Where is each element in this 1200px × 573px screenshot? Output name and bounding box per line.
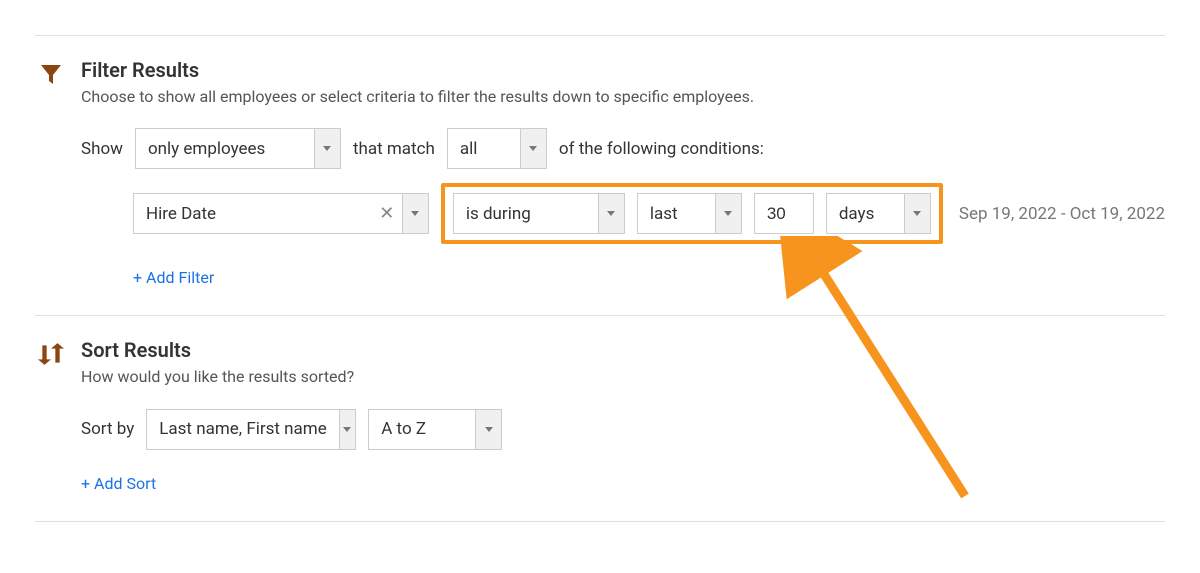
caret-icon [339,410,356,449]
condition-unit-value: days [827,204,904,224]
filter-description: Choose to show all employees or select c… [81,86,1165,108]
sort-direction-value: A to Z [369,419,475,439]
sort-by-row: Sort by Last name, First name A to Z [81,409,1165,450]
match-select-value: all [448,139,520,159]
show-select-value: only employees [136,139,314,159]
caret-icon [598,194,624,233]
condition-value-input[interactable] [754,193,814,234]
sort-field-select[interactable]: Last name, First name [146,409,356,450]
add-filter-link[interactable]: + Add Filter [133,268,214,287]
conditions-label: of the following conditions: [559,139,764,159]
sort-title: Sort Results [81,338,1165,362]
add-sort-link[interactable]: + Add Sort [81,474,156,493]
caret-icon [520,129,546,168]
caret-icon [715,194,741,233]
filter-title: Filter Results [81,58,1165,82]
filter-section-header: Filter Results Choose to show all employ… [35,58,1165,108]
sort-description: How would you like the results sorted? [81,366,1165,388]
clear-field-icon[interactable]: ✕ [372,194,402,233]
sort-icon [35,338,67,366]
show-select[interactable]: only employees [135,128,341,169]
condition-direction-value: last [638,204,715,224]
condition-unit-select[interactable]: days [826,193,931,234]
filter-results-section: Filter Results Choose to show all employ… [35,36,1165,315]
show-label: Show [81,139,123,159]
condition-field-select[interactable]: Hire Date ✕ [133,193,429,234]
condition-operator-value: is during [454,204,598,224]
caret-icon [904,194,930,233]
divider-bottom [35,521,1165,522]
sort-section-header: Sort Results How would you like the resu… [35,338,1165,388]
funnel-icon [35,58,67,86]
sort-field-value: Last name, First name [147,419,338,439]
match-label: that match [353,139,435,159]
caret-icon [314,129,340,168]
condition-direction-select[interactable]: last [637,193,742,234]
sort-results-section: Sort Results How would you like the resu… [35,316,1165,520]
filter-condition-row: Hire Date ✕ is during last days Sep 19, … [133,183,1165,244]
caret-icon [402,194,428,233]
sort-title-block: Sort Results How would you like the resu… [81,338,1165,388]
caret-icon [475,410,501,449]
sort-by-label: Sort by [81,419,134,439]
condition-operator-select[interactable]: is during [453,193,625,234]
highlight-box-annotation: is during last days [441,183,943,244]
sort-direction-select[interactable]: A to Z [368,409,502,450]
match-select[interactable]: all [447,128,547,169]
filter-title-block: Filter Results Choose to show all employ… [81,58,1165,108]
condition-date-range: Sep 19, 2022 - Oct 19, 2022 [959,204,1165,224]
filter-show-row: Show only employees that match all of th… [81,128,1165,169]
condition-field-value: Hire Date [134,204,372,224]
